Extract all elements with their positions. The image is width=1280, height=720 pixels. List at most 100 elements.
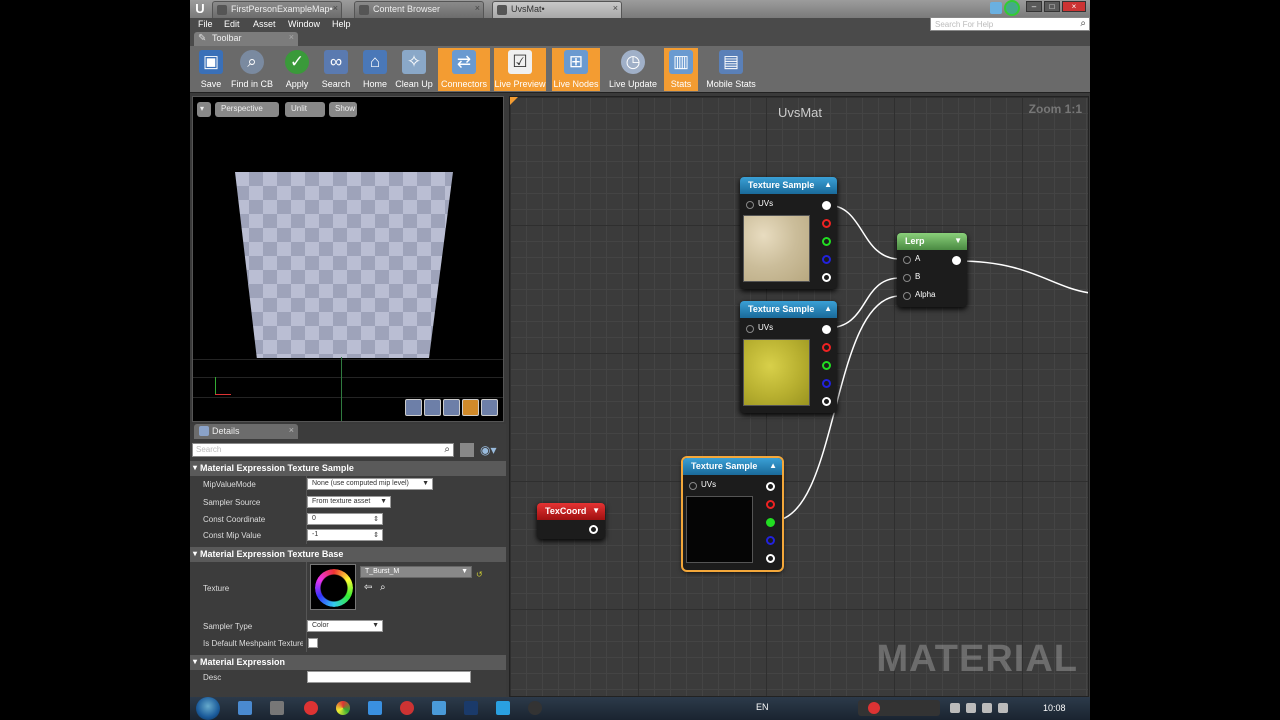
node-header[interactable]: Texture Sample ▲	[683, 458, 782, 475]
section-material-expression[interactable]: ▾ Material Expression	[190, 655, 506, 670]
viewport-options-dropdown[interactable]: ▾	[197, 102, 211, 117]
b-output-pin[interactable]	[766, 536, 775, 545]
menu-asset[interactable]: Asset	[253, 19, 276, 29]
r-output-pin[interactable]	[822, 219, 831, 228]
a-output-pin[interactable]	[822, 397, 831, 406]
uvs-input-pin[interactable]	[689, 482, 697, 490]
close-window-button[interactable]: ×	[1062, 1, 1086, 12]
perspective-button[interactable]: Perspective	[215, 102, 279, 117]
app-icon[interactable]	[270, 701, 284, 715]
rgb-output-pin[interactable]	[822, 201, 831, 210]
b-output-pin[interactable]	[822, 255, 831, 264]
clean-up-button[interactable]: ✧ Clean Up	[394, 48, 434, 91]
close-icon[interactable]: ×	[333, 3, 338, 13]
section-texture-sample[interactable]: ▾ Material Expression Texture Sample	[190, 461, 506, 476]
find-in-cb-button[interactable]: ⌕ Find in CB	[230, 48, 274, 91]
uvs-input-pin[interactable]	[746, 325, 754, 333]
taskbar-clock[interactable]: 10:08	[1043, 703, 1066, 713]
node-header[interactable]: Texture Sample ▲	[740, 177, 837, 194]
meshpaint-checkbox[interactable]	[308, 638, 318, 648]
show-button[interactable]: Show	[329, 102, 357, 117]
browse-magnifier-icon[interactable]: ⌕	[380, 582, 386, 593]
texture-sample-node-3[interactable]: Texture Sample ▲ UVs	[681, 456, 784, 572]
texture-sample-node-1[interactable]: Texture Sample ▲ UVs	[740, 177, 837, 289]
tray-icon[interactable]	[950, 703, 960, 713]
plane-preview-button[interactable]	[443, 399, 460, 416]
node-header[interactable]: Lerp ▼	[897, 233, 967, 250]
texcoord-output-pin[interactable]	[589, 525, 598, 534]
const-coordinate-input[interactable]: 0 ⇕	[307, 513, 383, 525]
close-icon[interactable]: ×	[289, 425, 294, 435]
language-indicator[interactable]: EN	[756, 702, 769, 712]
const-mip-value-input[interactable]: -1 ⇕	[307, 529, 383, 541]
home-button[interactable]: ⌂ Home	[358, 48, 392, 91]
stats-toggle[interactable]: ▥ Stats	[664, 48, 698, 91]
eye-icon[interactable]: ◉▾	[480, 443, 500, 457]
unreal-engine-icon[interactable]	[528, 701, 542, 715]
yandex-icon[interactable]	[304, 701, 318, 715]
alpha-input-pin[interactable]	[903, 292, 911, 300]
menu-help[interactable]: Help	[332, 19, 351, 29]
node-header[interactable]: TexCoord ▼	[537, 503, 605, 520]
menu-window[interactable]: Window	[288, 19, 320, 29]
record-icon[interactable]	[868, 702, 880, 714]
reset-to-default-icon[interactable]: ↺	[476, 570, 483, 579]
g-output-pin[interactable]	[822, 361, 831, 370]
details-search-input[interactable]: Search ⌕	[192, 443, 454, 457]
collapse-arrow-icon[interactable]: ▲	[824, 180, 832, 189]
collapse-arrow-icon[interactable]: ▼	[954, 236, 962, 245]
minimize-button[interactable]: –	[1026, 1, 1042, 12]
custom-mesh-preview-button[interactable]	[481, 399, 498, 416]
apply-button[interactable]: ✓ Apply	[280, 48, 314, 91]
volume-icon[interactable]	[982, 703, 992, 713]
notifications-icon[interactable]	[1004, 0, 1020, 16]
app-icon[interactable]	[432, 701, 446, 715]
desc-input[interactable]	[307, 671, 471, 683]
unreal-logo-icon[interactable]: U	[192, 1, 208, 17]
r-output-pin[interactable]	[766, 500, 775, 509]
battery-icon[interactable]	[998, 703, 1008, 713]
search-icon[interactable]: ⌕	[444, 444, 450, 455]
lerp-output-pin[interactable]	[952, 256, 961, 265]
mip-value-mode-dropdown[interactable]: None (use computed mip level) ▼	[307, 478, 433, 490]
menu-file[interactable]: File	[198, 19, 213, 29]
sampler-source-dropdown[interactable]: From texture asset ▼	[307, 496, 391, 508]
lerp-node[interactable]: Lerp ▼ A B Alpha	[897, 233, 967, 307]
connectors-toggle[interactable]: ⇄ Connectors	[438, 48, 490, 91]
rgb-output-pin[interactable]	[822, 325, 831, 334]
live-preview-toggle[interactable]: ☑ Live Preview	[494, 48, 546, 91]
search-icon[interactable]: ⌕	[1080, 18, 1086, 29]
tab-uvsmat[interactable]: UvsMat• ×	[492, 1, 622, 18]
texture-sample-node-2[interactable]: Texture Sample ▲ UVs	[740, 301, 837, 413]
a-output-pin[interactable]	[766, 554, 775, 563]
b-input-pin[interactable]	[903, 274, 911, 282]
preview-viewport[interactable]: ▾ Perspective Unlit Show	[192, 96, 504, 422]
photoshop-icon[interactable]	[464, 701, 478, 715]
a-input-pin[interactable]	[903, 256, 911, 264]
cylinder-preview-button[interactable]	[405, 399, 422, 416]
explorer-icon[interactable]	[238, 701, 252, 715]
property-matrix-icon[interactable]	[460, 443, 474, 457]
section-texture-base[interactable]: ▾ Material Expression Texture Base	[190, 547, 506, 562]
close-icon[interactable]: ×	[475, 3, 480, 13]
cube-preview-button[interactable]	[462, 399, 479, 416]
close-icon[interactable]: ×	[613, 3, 618, 13]
node-header[interactable]: Texture Sample ▲	[740, 301, 837, 318]
app-icon[interactable]	[368, 701, 382, 715]
live-nodes-toggle[interactable]: ⊞ Live Nodes	[552, 48, 600, 91]
skype-icon[interactable]	[496, 701, 510, 715]
chrome-icon[interactable]	[336, 701, 350, 715]
details-tab[interactable]: Details ×	[194, 424, 298, 439]
collapse-arrow-icon[interactable]: ▲	[769, 461, 777, 470]
texture-thumbnail[interactable]	[310, 564, 356, 610]
rgb-output-pin[interactable]	[766, 482, 775, 491]
texture-asset-picker[interactable]: T_Burst_M ▼	[360, 566, 472, 578]
toolbar-tab[interactable]: ✎ Toolbar ×	[194, 32, 298, 46]
tab-firstperson-map[interactable]: FirstPersonExampleMap• ×	[212, 1, 342, 18]
live-update-button[interactable]: ◷ Live Update	[606, 48, 660, 91]
g-output-pin[interactable]	[766, 518, 775, 527]
sampler-type-dropdown[interactable]: Color ▼	[307, 620, 383, 632]
use-selected-arrow-icon[interactable]: ⇦	[364, 582, 372, 593]
g-output-pin[interactable]	[822, 237, 831, 246]
search-button[interactable]: ∞ Search	[318, 48, 354, 91]
